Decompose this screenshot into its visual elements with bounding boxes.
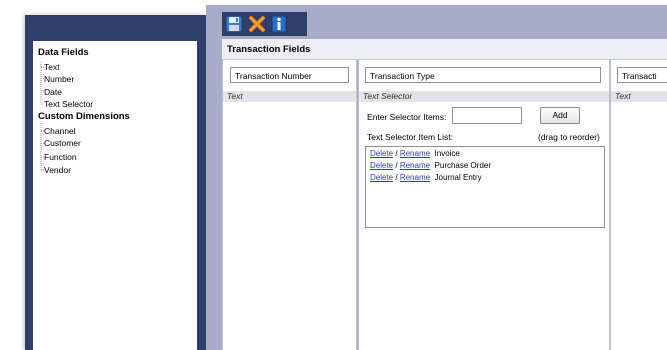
item-list-label: Text Selector Item List: — [367, 132, 453, 142]
tree-item-date[interactable]: Date — [44, 87, 62, 97]
field-name-input[interactable]: Transaction Type — [365, 67, 601, 83]
link-separator: / — [395, 173, 398, 182]
tree-item-text-selector[interactable]: Text Selector — [44, 99, 93, 109]
tree-item-customer[interactable]: Customer — [44, 138, 81, 148]
link-separator: / — [395, 149, 398, 158]
save-button[interactable] — [225, 15, 243, 33]
selector-item-list[interactable]: Delete / Rename Invoice Delete / Rename … — [365, 146, 605, 228]
field-type-label: Text Selector — [363, 91, 413, 101]
field-type-label: Text — [615, 91, 631, 101]
tree-item-number[interactable]: Number — [44, 74, 74, 84]
delete-icon — [249, 16, 265, 32]
list-item[interactable]: Delete / Rename Journal Entry — [370, 173, 482, 182]
tree-item-function[interactable]: Function — [44, 152, 77, 162]
rename-link[interactable]: Rename — [400, 173, 430, 182]
enter-selector-label: Enter Selector Items: — [367, 112, 447, 122]
field-type-label: Text — [227, 91, 243, 101]
save-icon — [225, 15, 243, 33]
info-icon — [271, 15, 287, 33]
tree-group-data-fields[interactable]: Data Fields — [38, 47, 89, 58]
tree-item-text[interactable]: Text — [44, 62, 60, 72]
section-header: Transaction Fields — [222, 39, 667, 60]
list-item[interactable]: Delete / Rename Invoice — [370, 149, 460, 158]
delete-button[interactable] — [248, 15, 266, 33]
field-column-3: Transacti Text — [610, 60, 667, 350]
field-tree: Data Fields Text Number Date Text Select… — [33, 41, 197, 350]
field-column-2: Transaction Type Text Selector Enter Sel… — [358, 60, 610, 350]
tree-item-vendor[interactable]: Vendor — [44, 165, 71, 175]
add-button[interactable]: Add — [540, 107, 580, 124]
field-type-bar: Text — [611, 91, 667, 102]
item-name: Invoice — [434, 149, 460, 158]
rename-link[interactable]: Rename — [400, 161, 430, 170]
selector-item-input[interactable] — [452, 107, 522, 124]
delete-link[interactable]: Delete — [370, 149, 393, 158]
delete-link[interactable]: Delete — [370, 173, 393, 182]
link-separator: / — [395, 161, 398, 170]
list-item[interactable]: Delete / Rename Purchase Order — [370, 161, 491, 170]
field-name-input[interactable]: Transaction Number — [230, 67, 349, 83]
item-name: Purchase Order — [434, 161, 491, 170]
field-type-bar: Text Selector — [359, 91, 609, 102]
tree-item-channel[interactable]: Channel — [44, 126, 76, 136]
field-column-1: Transaction Number Text — [222, 60, 357, 350]
rename-link[interactable]: Rename — [400, 149, 430, 158]
delete-link[interactable]: Delete — [370, 161, 393, 170]
item-name: Journal Entry — [434, 173, 482, 182]
tree-group-custom-dimensions[interactable]: Custom Dimensions — [38, 111, 130, 122]
field-type-bar: Text — [223, 91, 356, 102]
info-button[interactable] — [270, 15, 288, 33]
field-name-input[interactable]: Transacti — [617, 67, 667, 83]
section-title: Transaction Fields — [227, 44, 311, 55]
reorder-hint: (drag to reorder) — [538, 132, 600, 142]
